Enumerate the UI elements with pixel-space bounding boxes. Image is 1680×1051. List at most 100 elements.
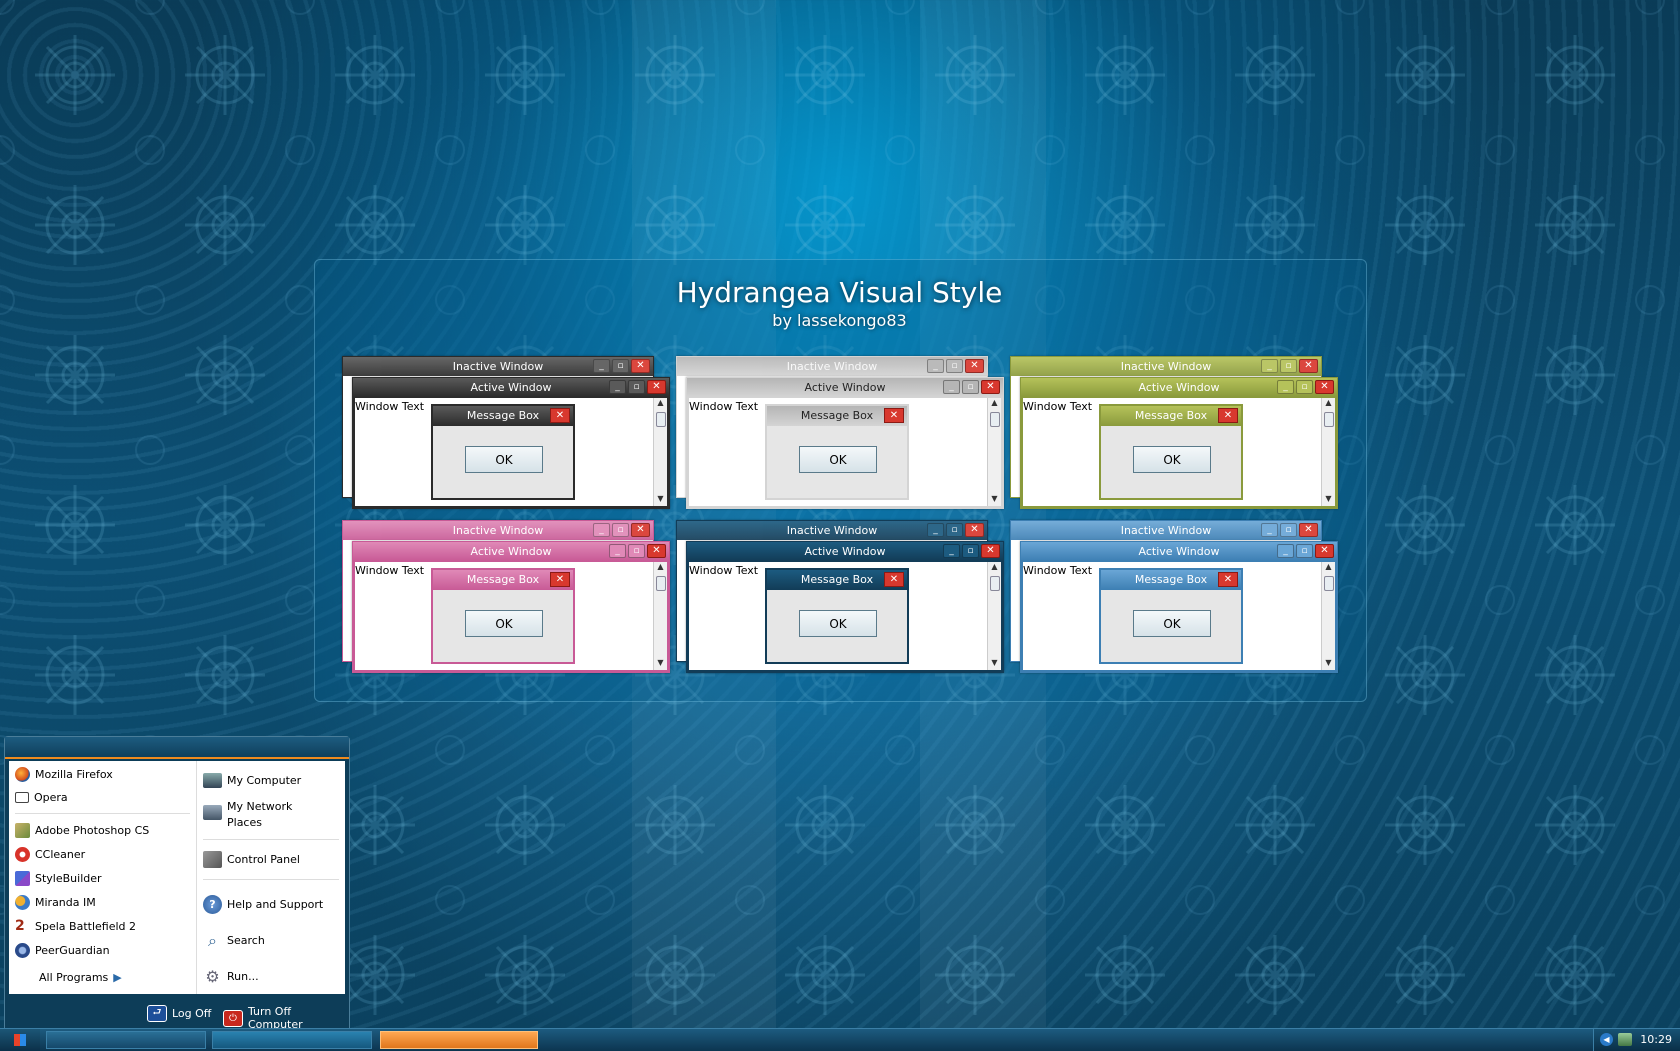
minimize-icon[interactable]: _ [927, 523, 944, 537]
scrollbar-thumb[interactable] [1324, 576, 1334, 591]
theme-preview-blue: Inactive Window _ ▫ ✕ Active Window _ ▫ … [1010, 520, 1340, 675]
menu-item-help[interactable]: ? Help and Support [203, 895, 323, 914]
menu-item-firefox[interactable]: Mozilla Firefox [15, 767, 113, 782]
close-icon[interactable]: ✕ [550, 572, 570, 587]
maximize-icon[interactable]: ▫ [946, 359, 963, 373]
all-programs-button[interactable]: All Programs ▶ [39, 971, 122, 984]
close-icon[interactable]: ✕ [1315, 380, 1334, 394]
close-icon[interactable]: ✕ [884, 408, 904, 423]
minimize-icon[interactable]: _ [943, 544, 960, 558]
scroll-down-icon[interactable]: ▼ [1322, 494, 1335, 506]
menu-item-ccleaner[interactable]: CCleaner [15, 847, 85, 862]
maximize-icon[interactable]: ▫ [1280, 359, 1297, 373]
ok-button[interactable]: OK [465, 610, 543, 637]
close-icon[interactable]: ✕ [884, 572, 904, 587]
scroll-up-icon[interactable]: ▲ [988, 398, 1001, 410]
ok-button[interactable]: OK [799, 446, 877, 473]
ok-button[interactable]: OK [799, 610, 877, 637]
minimize-icon[interactable]: _ [593, 523, 610, 537]
maximize-icon[interactable]: ▫ [628, 544, 645, 558]
scrollbar-thumb[interactable] [656, 576, 666, 591]
scroll-down-icon[interactable]: ▼ [654, 494, 667, 506]
vertical-scrollbar[interactable]: ▲ ▼ [653, 398, 667, 506]
scroll-down-icon[interactable]: ▼ [654, 658, 667, 670]
menu-item-search[interactable]: ⌕ Search [203, 931, 265, 950]
minimize-icon[interactable]: _ [1261, 359, 1278, 373]
maximize-icon[interactable]: ▫ [1296, 380, 1313, 394]
vertical-scrollbar[interactable]: ▲ ▼ [1321, 562, 1335, 670]
close-icon[interactable]: ✕ [1299, 523, 1318, 537]
minimize-icon[interactable]: _ [1261, 523, 1278, 537]
scroll-up-icon[interactable]: ▲ [988, 562, 1001, 574]
maximize-icon[interactable]: ▫ [612, 359, 629, 373]
taskbar-button-active[interactable] [380, 1031, 538, 1049]
close-icon[interactable]: ✕ [965, 523, 984, 537]
log-off-button[interactable]: ⮐ Log Off [147, 1005, 211, 1022]
scrollbar-thumb[interactable] [990, 412, 1000, 427]
ok-button[interactable]: OK [465, 446, 543, 473]
menu-item-peerguardian[interactable]: PeerGuardian [15, 943, 110, 958]
menu-item-stylebuilder[interactable]: StyleBuilder [15, 871, 102, 886]
menu-item-battlefield[interactable]: 2 Spela Battlefield 2 [15, 919, 136, 934]
close-icon[interactable]: ✕ [1299, 359, 1318, 373]
minimize-icon[interactable]: _ [927, 359, 944, 373]
maximize-icon[interactable]: ▫ [962, 544, 979, 558]
message-box-title: Message Box [466, 573, 540, 586]
scrollbar-thumb[interactable] [1324, 412, 1334, 427]
network-tray-icon[interactable] [1618, 1033, 1632, 1046]
clock[interactable]: 10:29 [1640, 1033, 1672, 1046]
scrollbar-thumb[interactable] [990, 576, 1000, 591]
close-icon[interactable]: ✕ [647, 380, 666, 394]
vertical-scrollbar[interactable]: ▲ ▼ [1321, 398, 1335, 506]
close-icon[interactable]: ✕ [981, 544, 1000, 558]
vertical-scrollbar[interactable]: ▲ ▼ [987, 398, 1001, 506]
scroll-down-icon[interactable]: ▼ [988, 494, 1001, 506]
minimize-icon[interactable]: _ [593, 359, 610, 373]
start-menu: Mozilla Firefox Opera Adobe Photoshop CS… [4, 736, 350, 1031]
minimize-icon[interactable]: _ [943, 380, 960, 394]
ok-button[interactable]: OK [1133, 610, 1211, 637]
close-icon[interactable]: ✕ [981, 380, 1000, 394]
menu-item-label: Help and Support [227, 898, 324, 911]
maximize-icon[interactable]: ▫ [628, 380, 645, 394]
scroll-up-icon[interactable]: ▲ [1322, 398, 1335, 410]
minimize-icon[interactable]: _ [1277, 544, 1294, 558]
vertical-scrollbar[interactable]: ▲ ▼ [653, 562, 667, 670]
close-icon[interactable]: ✕ [1218, 408, 1238, 423]
scroll-down-icon[interactable]: ▼ [988, 658, 1001, 670]
menu-item-my-computer[interactable]: My Computer [203, 773, 301, 788]
scroll-down-icon[interactable]: ▼ [1322, 658, 1335, 670]
scrollbar-thumb[interactable] [656, 412, 666, 427]
menu-item-run[interactable]: ⚙ Run... [203, 967, 258, 986]
close-icon[interactable]: ✕ [631, 523, 650, 537]
menu-item-network[interactable]: My Network Places [203, 799, 307, 831]
ok-button[interactable]: OK [1133, 446, 1211, 473]
close-icon[interactable]: ✕ [965, 359, 984, 373]
close-icon[interactable]: ✕ [1315, 544, 1334, 558]
inactive-window-title: Inactive Window [452, 360, 544, 373]
menu-item-opera[interactable]: Opera [15, 791, 68, 804]
minimize-icon[interactable]: _ [1277, 380, 1294, 394]
start-button[interactable] [0, 1029, 40, 1051]
close-icon[interactable]: ✕ [1218, 572, 1238, 587]
close-icon[interactable]: ✕ [631, 359, 650, 373]
menu-item-control-panel[interactable]: Control Panel [203, 851, 300, 868]
menu-item-photoshop[interactable]: Adobe Photoshop CS [15, 823, 149, 838]
scroll-up-icon[interactable]: ▲ [1322, 562, 1335, 574]
scroll-up-icon[interactable]: ▲ [654, 398, 667, 410]
maximize-icon[interactable]: ▫ [1296, 544, 1313, 558]
maximize-icon[interactable]: ▫ [1280, 523, 1297, 537]
minimize-icon[interactable]: _ [609, 544, 626, 558]
taskbar-button[interactable] [212, 1031, 372, 1049]
scroll-up-icon[interactable]: ▲ [654, 562, 667, 574]
maximize-icon[interactable]: ▫ [612, 523, 629, 537]
taskbar-button[interactable] [46, 1031, 206, 1049]
menu-item-miranda[interactable]: Miranda IM [15, 895, 96, 910]
vertical-scrollbar[interactable]: ▲ ▼ [987, 562, 1001, 670]
minimize-icon[interactable]: _ [609, 380, 626, 394]
maximize-icon[interactable]: ▫ [946, 523, 963, 537]
close-icon[interactable]: ✕ [550, 408, 570, 423]
maximize-icon[interactable]: ▫ [962, 380, 979, 394]
close-icon[interactable]: ✕ [647, 544, 666, 558]
chevron-left-icon[interactable]: ◀ [1600, 1033, 1613, 1046]
